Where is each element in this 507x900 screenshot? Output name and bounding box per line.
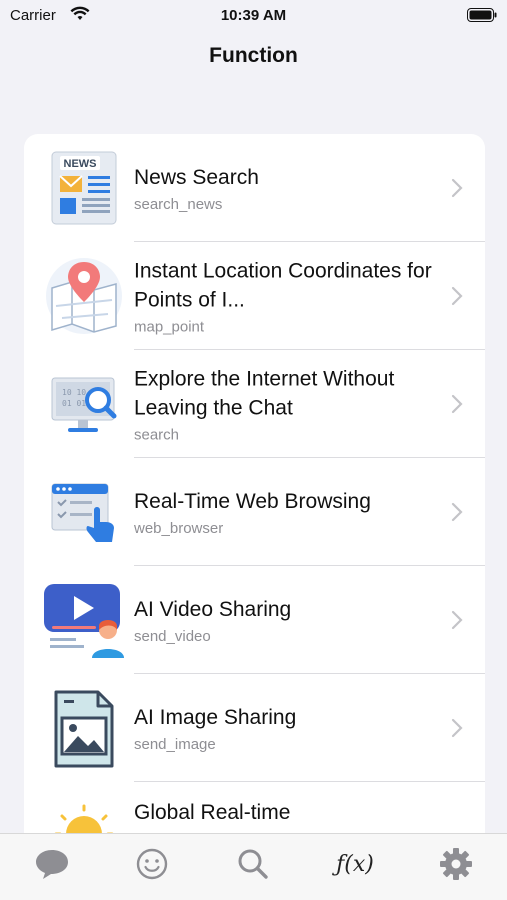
tab-emoji[interactable]: [132, 844, 172, 884]
item-title: AI Image Sharing: [134, 706, 297, 729]
battery-icon: [467, 8, 497, 22]
item-subtitle: map_point: [134, 318, 205, 336]
function-list: NEWS News Search search_news Instant Loc…: [24, 134, 485, 834]
item-subtitle: send_image: [134, 736, 216, 753]
item-subtitle: search: [134, 426, 180, 444]
chevron-right-icon: [451, 178, 463, 198]
tab-search[interactable]: [233, 844, 273, 884]
newspaper-icon: NEWS: [51, 151, 117, 225]
status-time: 10:39 AM: [220, 7, 287, 24]
image-file-icon: [54, 690, 114, 768]
chevron-right-icon: [451, 394, 463, 414]
page-title: Function: [209, 44, 298, 67]
video-play-icon: [44, 584, 124, 658]
tab-settings[interactable]: [436, 844, 476, 884]
svg-text:NEWS: NEWS: [64, 158, 97, 170]
item-subtitle: web_browser: [134, 520, 224, 537]
smiley-icon: [136, 848, 168, 880]
function-icon: ƒ(x): [336, 851, 374, 877]
svg-text:01 01: 01 01: [62, 399, 86, 408]
svg-text:10 10: 10 10: [62, 388, 86, 397]
item-title: News Search: [134, 166, 259, 189]
monitor-search-icon: 10 10 01 01: [51, 377, 117, 432]
gear-icon: [440, 848, 472, 880]
chevron-right-icon: [451, 502, 463, 522]
list-item-ai-image-sharing[interactable]: AI Image Sharing send_image: [24, 674, 485, 782]
list-item-web-browsing[interactable]: Real-Time Web Browsing web_browser: [24, 458, 485, 566]
item-title: Instant Location Coordinates for Points …: [134, 259, 432, 312]
tab-chat[interactable]: [32, 844, 72, 884]
tab-bar: ƒ(x): [0, 833, 507, 900]
list-item-location-coordinates[interactable]: Instant Location Coordinates for Points …: [24, 242, 485, 350]
sun-icon: [54, 804, 114, 834]
chat-bubble-icon: [36, 850, 68, 879]
list-item-global-real-time[interactable]: Global Real-time: [24, 782, 485, 834]
magnifier-icon: [238, 849, 268, 879]
chevron-right-icon: [451, 718, 463, 738]
tab-function[interactable]: ƒ(x): [330, 844, 380, 884]
map-pin-icon: [46, 258, 122, 334]
chevron-right-icon: [451, 610, 463, 630]
list-item-ai-video-sharing[interactable]: AI Video Sharing send_video: [24, 566, 485, 674]
list-item-explore-internet[interactable]: 10 10 01 01 Explore the Internet Without…: [24, 350, 485, 458]
list-item-news-search[interactable]: NEWS News Search search_news: [24, 134, 485, 242]
item-title: Global Real-time: [134, 801, 291, 824]
item-title: Explore the Internet Without Leaving the…: [134, 367, 395, 420]
status-bar: Carrier 10:39 AM: [0, 0, 507, 32]
item-title: AI Video Sharing: [134, 598, 292, 621]
chevron-right-icon: [451, 286, 463, 306]
browser-click-icon: [51, 483, 114, 542]
item-subtitle: send_video: [134, 628, 211, 645]
item-subtitle: search_news: [134, 196, 223, 213]
item-title: Real-Time Web Browsing: [134, 490, 371, 513]
